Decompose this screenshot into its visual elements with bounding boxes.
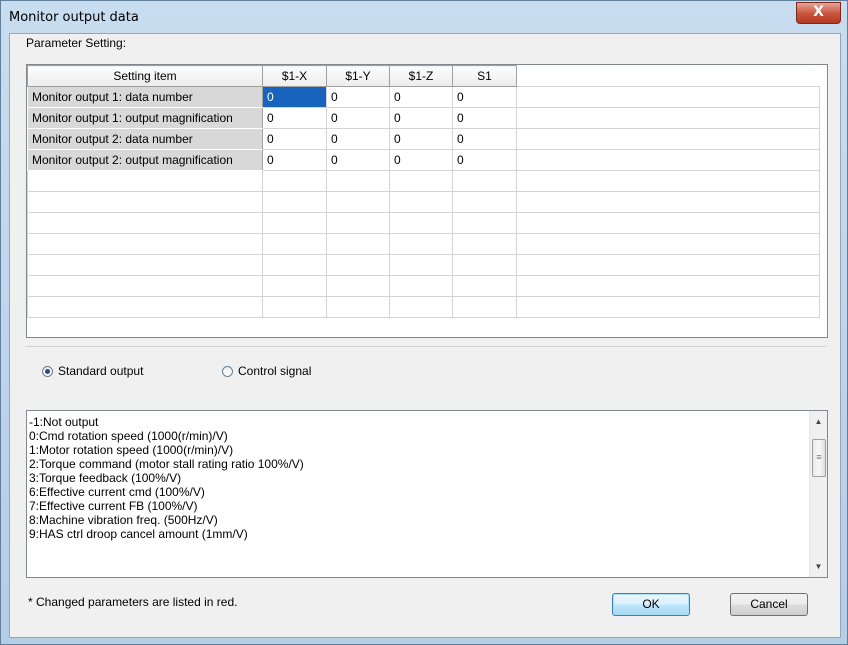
cell-value[interactable]: 0 — [389, 86, 453, 108]
header-row: Setting item $1-X $1-Y $1-Z S1 — [27, 65, 820, 87]
empty-row — [27, 275, 820, 297]
cell-value[interactable]: 0 — [326, 107, 390, 129]
empty-row — [27, 191, 820, 213]
column-header-1x[interactable]: $1-X — [262, 65, 327, 87]
empty-row — [27, 212, 820, 234]
parameter-table: Setting item $1-X $1-Y $1-Z S1 Monitor o… — [27, 65, 820, 318]
close-icon[interactable]: X — [796, 2, 841, 24]
list-item: 3:Torque feedback (100%/V) — [29, 471, 182, 485]
cell-value[interactable]: 0 — [262, 128, 327, 150]
empty-row — [27, 254, 820, 276]
output-description-list[interactable]: -1:Not output 0:Cmd rotation speed (1000… — [26, 410, 828, 578]
cell-value[interactable]: 0 — [326, 149, 390, 171]
ok-button[interactable]: OK — [612, 593, 690, 616]
title-bar[interactable]: Monitor output data X — [1, 1, 847, 33]
cell-value[interactable]: 0 — [262, 149, 327, 171]
row-label: Monitor output 2: data number — [27, 128, 263, 150]
vertical-scrollbar[interactable]: ▲ ≡ ▼ — [809, 411, 827, 577]
cancel-button[interactable]: Cancel — [730, 593, 808, 616]
column-header-s1[interactable]: S1 — [452, 65, 517, 87]
table-row: Monitor output 1: data number 0 0 0 0 — [27, 86, 820, 108]
column-header-1z[interactable]: $1-Z — [389, 65, 453, 87]
empty-cell — [516, 128, 820, 150]
radio-selected-icon[interactable] — [42, 365, 53, 377]
empty-row — [27, 170, 820, 192]
list-item: 9:HAS ctrl droop cancel amount (1mm/V) — [29, 527, 248, 541]
cell-value[interactable]: 0 — [262, 107, 327, 129]
radio-standard-output-label: Standard output — [58, 364, 144, 378]
cell-value[interactable]: 0 — [262, 86, 327, 108]
radio-standard-output[interactable]: Standard output — [42, 364, 143, 378]
table-row: Monitor output 1: output magnification 0… — [27, 107, 820, 129]
parameter-setting-label: Parameter Setting: — [26, 36, 127, 50]
list-item: -1:Not output — [29, 415, 99, 429]
list-item: 6:Effective current cmd (100%/V) — [29, 485, 205, 499]
table-row: Monitor output 2: output magnification 0… — [27, 149, 820, 171]
table-row: Monitor output 2: data number 0 0 0 0 — [27, 128, 820, 150]
scroll-up-arrow-icon[interactable]: ▲ — [810, 413, 827, 430]
list-item: 7:Effective current FB (100%/V) — [29, 499, 198, 513]
cell-value[interactable]: 0 — [389, 107, 453, 129]
row-label: Monitor output 1: output magnification — [27, 107, 263, 129]
radio-unselected-icon[interactable] — [222, 365, 233, 377]
header-filler — [516, 65, 820, 87]
changed-parameters-note: * Changed parameters are listed in red. — [28, 595, 238, 609]
empty-row — [27, 233, 820, 255]
parameter-grid[interactable]: Setting item $1-X $1-Y $1-Z S1 Monitor o… — [26, 64, 828, 338]
empty-row — [27, 296, 820, 318]
row-label: Monitor output 1: data number — [27, 86, 263, 108]
empty-cell — [516, 149, 820, 171]
cell-value[interactable]: 0 — [326, 86, 390, 108]
scroll-down-arrow-icon[interactable]: ▼ — [810, 558, 827, 575]
cell-value[interactable]: 0 — [452, 128, 517, 150]
column-header-1y[interactable]: $1-Y — [326, 65, 390, 87]
empty-cell — [516, 107, 820, 129]
radio-control-signal-label: Control signal — [238, 364, 312, 378]
cell-value[interactable]: 0 — [452, 107, 517, 129]
row-label: Monitor output 2: output magnification — [27, 149, 263, 171]
scroll-thumb[interactable]: ≡ — [812, 439, 826, 477]
cell-value[interactable]: 0 — [389, 128, 453, 150]
output-type-group — [26, 346, 826, 401]
list-item: 2:Torque command (motor stall rating rat… — [29, 457, 304, 471]
column-header-setting-item[interactable]: Setting item — [27, 65, 263, 87]
list-item: 0:Cmd rotation speed (1000(r/min)/V) — [29, 429, 228, 443]
cell-value[interactable]: 0 — [452, 86, 517, 108]
list-item: 8:Machine vibration freq. (500Hz/V) — [29, 513, 218, 527]
cell-value[interactable]: 0 — [452, 149, 517, 171]
cell-value[interactable]: 0 — [326, 128, 390, 150]
cell-value[interactable]: 0 — [389, 149, 453, 171]
window-title: Monitor output data — [9, 10, 139, 25]
empty-cell — [516, 86, 820, 108]
radio-control-signal[interactable]: Control signal — [222, 364, 311, 378]
list-item: 1:Motor rotation speed (1000(r/min)/V) — [29, 443, 234, 457]
